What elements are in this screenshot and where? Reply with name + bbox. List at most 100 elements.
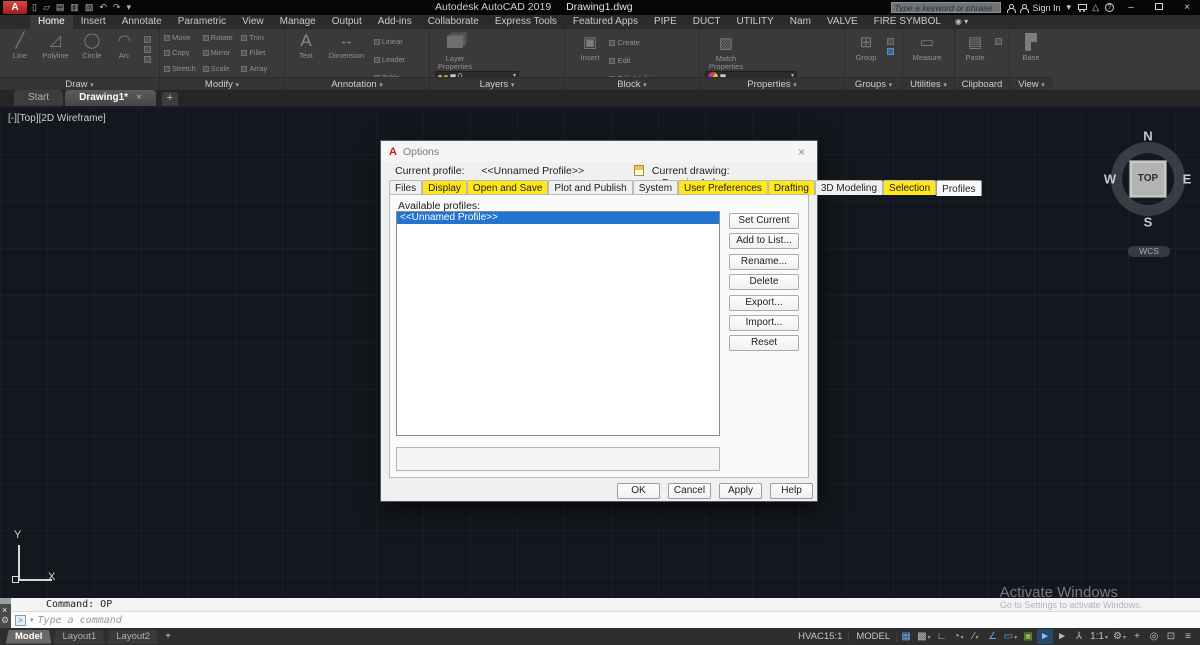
cancel-button[interactable]: Cancel — [668, 483, 711, 499]
help-icon[interactable]: ? — [1105, 3, 1114, 12]
app-store-cart-icon[interactable] — [1077, 4, 1086, 11]
command-customize-wrench-icon[interactable]: ⚙ — [1, 615, 9, 626]
command-input-placeholder[interactable]: Type a command — [38, 615, 122, 626]
grid-display-icon[interactable]: ▦ — [898, 629, 914, 644]
layout2-tab[interactable]: Layout2 — [107, 630, 159, 644]
command-palette-grip[interactable]: × ⚙ — [0, 598, 11, 628]
ribbon-media-icon[interactable]: ◉ ▾ — [949, 15, 974, 29]
dimension-button[interactable]: ↔ Dimension — [323, 32, 369, 60]
share-icon[interactable]: △ — [1092, 2, 1099, 13]
new-layout-button[interactable]: + — [161, 631, 175, 642]
ribbon-tab-express-tools[interactable]: Express Tools — [487, 15, 565, 29]
mirror-button[interactable]: Mirror — [203, 46, 242, 60]
close-button[interactable]: × — [1176, 2, 1198, 13]
reset-button[interactable]: Reset — [729, 335, 799, 351]
tab-drafting[interactable]: Drafting — [768, 180, 815, 195]
draw-extra-tools[interactable] — [142, 33, 153, 66]
viewcube-south[interactable]: S — [1144, 215, 1153, 230]
tab-display[interactable]: Display — [422, 180, 467, 195]
export-button[interactable]: Export... — [729, 295, 799, 311]
wcs-menu[interactable]: WCS — [1128, 246, 1170, 257]
snap-mode-icon[interactable]: ▩▾ — [915, 629, 932, 644]
new-file-icon[interactable]: ▯ — [31, 1, 38, 14]
binoculars-search-icon[interactable] — [1007, 4, 1014, 12]
panel-title-utilities[interactable]: Utilities ▾ — [903, 77, 954, 90]
ribbon-tab-insert[interactable]: Insert — [73, 15, 114, 29]
stretch-button[interactable]: Stretch — [164, 62, 203, 76]
delete-button[interactable]: Delete — [729, 274, 799, 290]
tab-3d-modeling[interactable]: 3D Modeling — [815, 180, 883, 195]
annotation-scale-button[interactable]: 1:1▾ — [1088, 629, 1110, 644]
search-input[interactable] — [891, 2, 1001, 13]
file-tab-drawing1[interactable]: Drawing1* × — [65, 90, 156, 106]
move-button[interactable]: Move — [164, 31, 203, 45]
array-button[interactable]: Array — [241, 62, 280, 76]
sign-in-button[interactable]: Sign In — [1033, 3, 1061, 13]
ribbon-tab-duct[interactable]: DUCT — [685, 15, 729, 29]
open-file-icon[interactable]: ▱ — [42, 1, 51, 14]
options-dialog-titlebar[interactable]: A Options × — [381, 141, 817, 162]
linear-button[interactable]: Linear — [374, 37, 403, 46]
isolate-objects-icon[interactable]: ◎ — [1146, 629, 1162, 644]
selection-display-icon[interactable]: ► — [1054, 629, 1070, 644]
ribbon-tab-pipe[interactable]: PIPE — [646, 15, 685, 29]
ribbon-tab-annotate[interactable]: Annotate — [114, 15, 170, 29]
profiles-listbox[interactable]: <<Unnamed Profile>> — [396, 211, 720, 436]
tab-plot-and-publish[interactable]: Plot and Publish — [548, 180, 632, 195]
selection-effects-icon[interactable]: ▣ — [1020, 629, 1036, 644]
paste-button[interactable]: ▤ Paste — [961, 34, 989, 62]
ribbon-tab-home[interactable]: Home — [30, 15, 73, 29]
match-properties-button[interactable]: ▨ Match Properties — [705, 35, 747, 71]
fillet-button[interactable]: Fillet — [241, 46, 280, 60]
layout1-tab[interactable]: Layout1 — [53, 630, 105, 644]
ortho-mode-icon[interactable]: ∟ — [934, 629, 950, 644]
panel-title-annotation[interactable]: Annotation ▾ — [285, 77, 429, 90]
leader-button[interactable]: Leader — [374, 55, 405, 64]
ribbon-tab-valve[interactable]: VALVE — [819, 15, 866, 29]
panel-title-draw[interactable]: Draw ▾ — [0, 77, 159, 90]
file-tab-close-icon[interactable]: × — [136, 90, 142, 106]
command-input-row[interactable]: > ▾ Type a command — [11, 612, 1200, 628]
object-snap-icon[interactable]: ▭▾ — [1002, 629, 1019, 644]
polyline-button[interactable]: ◿ Polyline — [38, 32, 72, 60]
app-logo-icon[interactable]: A — [3, 1, 27, 14]
panel-title-block[interactable]: Block ▾ — [565, 77, 699, 90]
help-button[interactable]: Help — [770, 483, 813, 499]
ribbon-tab-nam[interactable]: Nam — [782, 15, 819, 29]
ok-button[interactable]: OK — [617, 483, 660, 499]
tab-profiles[interactable]: Profiles — [936, 180, 981, 196]
viewcube-top-face[interactable]: TOP — [1129, 160, 1167, 198]
ribbon-tab-featured-apps[interactable]: Featured Apps — [565, 15, 646, 29]
save-icon[interactable]: ▤ — [55, 1, 66, 14]
line-button[interactable]: ╱ Line — [6, 32, 34, 60]
ribbon-tab-fire-symbol[interactable]: FIRE SYMBOL — [866, 15, 949, 29]
panel-title-layers[interactable]: Layers ▾ — [430, 77, 564, 90]
import-button[interactable]: Import... — [729, 315, 799, 331]
scale-button[interactable]: Scale — [203, 62, 242, 76]
ribbon-tab-collaborate[interactable]: Collaborate — [420, 15, 487, 29]
set-current-button[interactable]: Set Current — [729, 213, 799, 229]
tab-system[interactable]: System — [633, 180, 678, 195]
viewcube-west[interactable]: W — [1104, 172, 1116, 187]
copy-button[interactable]: Copy — [164, 46, 203, 60]
tab-selection[interactable]: Selection — [883, 180, 936, 195]
panel-title-groups[interactable]: Groups ▾ — [845, 77, 902, 90]
selection-cursor-icon[interactable]: ► — [1037, 629, 1053, 644]
command-recent-caret-icon[interactable]: ▾ — [30, 616, 34, 624]
save-as-icon[interactable]: ▥ — [69, 1, 80, 14]
ribbon-tab-view[interactable]: View — [234, 15, 272, 29]
group-extra-tools[interactable] — [885, 35, 896, 58]
command-close-icon[interactable]: × — [2, 605, 7, 615]
ribbon-tab-manage[interactable]: Manage — [272, 15, 324, 29]
panel-title-view[interactable]: View ▾ — [1010, 77, 1053, 90]
redo-icon[interactable]: ↷ — [112, 1, 122, 14]
edit-block-button[interactable]: Edit — [609, 56, 630, 65]
customization-gear-icon[interactable]: ⚙▾ — [1111, 629, 1128, 644]
qat-dropdown-icon[interactable]: ▾ — [126, 1, 133, 14]
ribbon-tab-parametric[interactable]: Parametric — [170, 15, 234, 29]
minimize-button[interactable]: – — [1120, 2, 1142, 13]
undo-icon[interactable]: ↶ — [98, 1, 108, 14]
sign-in-caret-icon[interactable]: ▾ — [1067, 2, 1072, 13]
viewcube-east[interactable]: E — [1183, 172, 1192, 187]
model-tab[interactable]: Model — [6, 630, 51, 644]
